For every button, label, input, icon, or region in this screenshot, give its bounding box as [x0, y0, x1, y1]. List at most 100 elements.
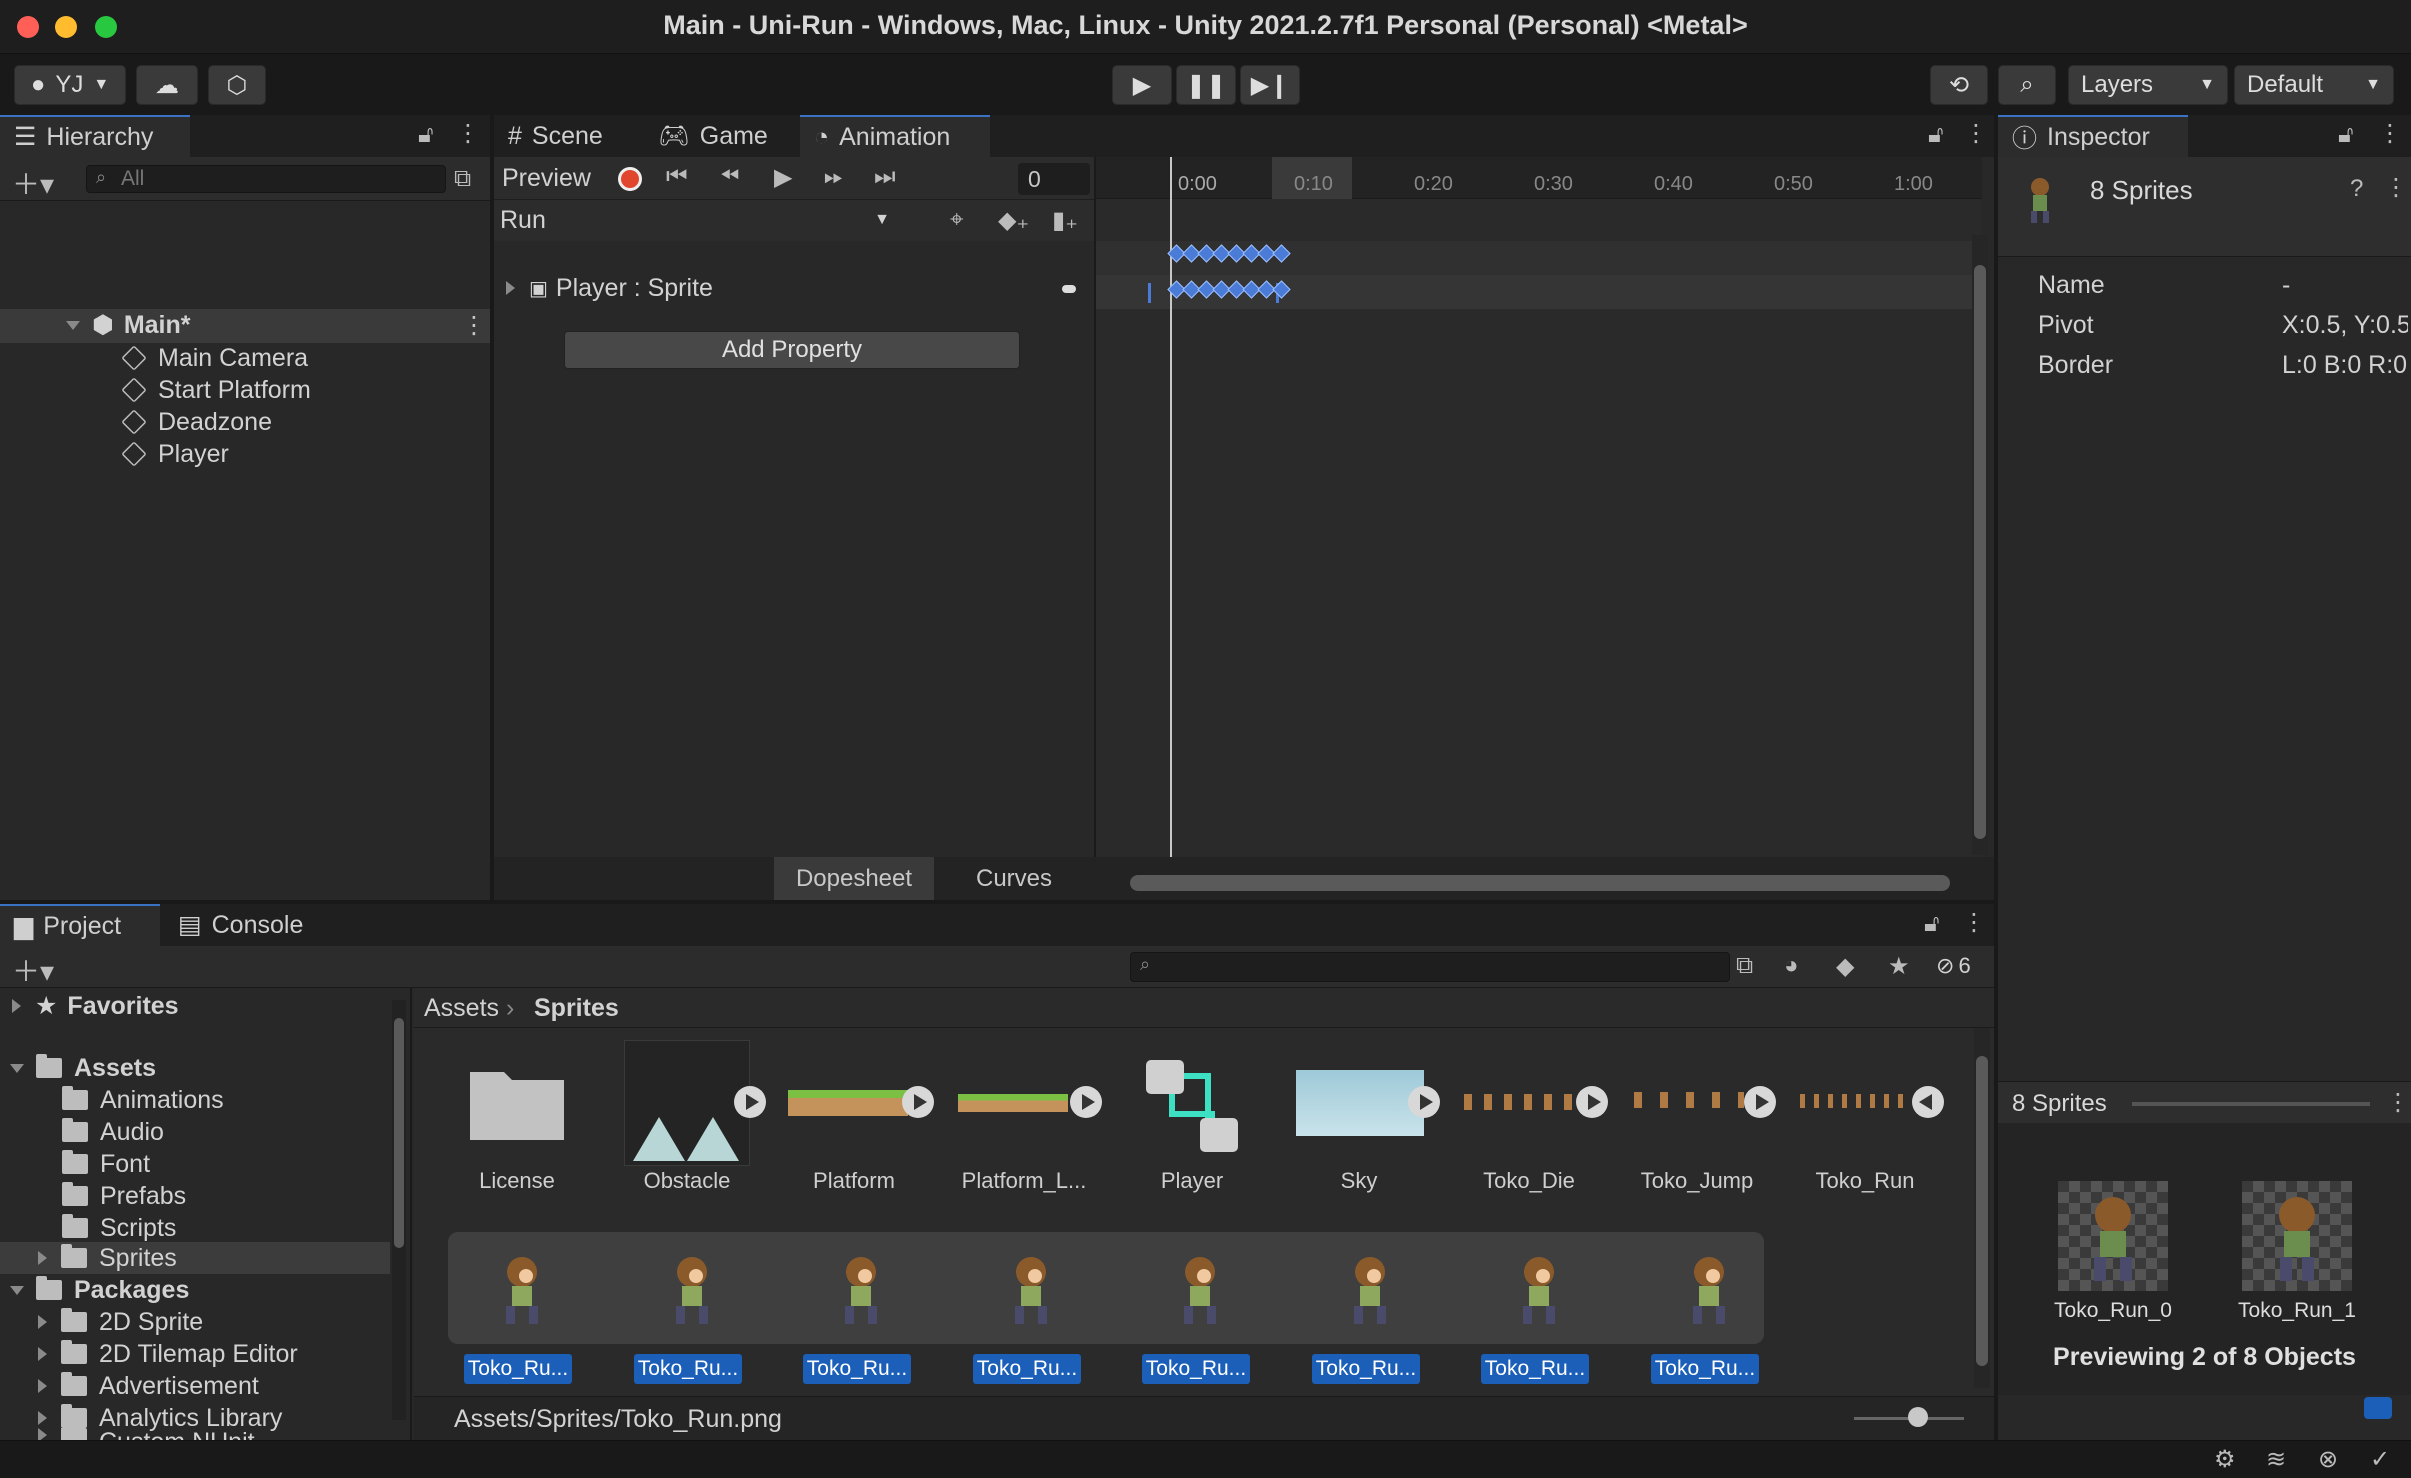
- lock-icon[interactable]: 🔓︎: [418, 121, 434, 149]
- sub-sprite-thumb[interactable]: [991, 1250, 1071, 1335]
- undo-history-button[interactable]: ⟲: [1930, 65, 1988, 105]
- first-keyframe-icon[interactable]: ⏮: [666, 163, 688, 191]
- help-icon[interactable]: ?: [2350, 175, 2363, 203]
- add-icon[interactable]: ＋▾: [12, 950, 54, 990]
- tree-folder-scripts[interactable]: Scripts: [62, 1212, 176, 1244]
- sub-sprite-label[interactable]: Toko_Ru...: [464, 1354, 572, 1384]
- cloud-button[interactable]: ☁: [136, 65, 198, 105]
- sprite-keyframes[interactable]: [1167, 280, 1291, 299]
- sub-sprite-thumb[interactable]: [821, 1250, 901, 1335]
- sub-sprite-label[interactable]: Toko_Ru...: [634, 1354, 742, 1384]
- last-keyframe-icon[interactable]: ⏭: [874, 163, 896, 191]
- keyframe[interactable]: [1272, 244, 1291, 263]
- add-icon[interactable]: ＋▾: [12, 163, 54, 203]
- scene-more-icon[interactable]: ⋮: [462, 311, 486, 340]
- tab-scene[interactable]: # Scene: [494, 115, 644, 157]
- sub-sprite-thumb[interactable]: [1160, 1250, 1240, 1335]
- tab-game[interactable]: 🎮︎ Game: [644, 115, 794, 157]
- playhead[interactable]: [1170, 157, 1172, 857]
- more-options-icon[interactable]: ⋮: [2378, 119, 2402, 148]
- add-keyframe-icon[interactable]: ◆₊: [998, 206, 1029, 235]
- tree-package-2d-tilemap[interactable]: 2D Tilemap Editor: [38, 1338, 298, 1370]
- lock-icon[interactable]: 🔓︎: [1924, 910, 1940, 938]
- cache-icon[interactable]: ≋: [2266, 1445, 2286, 1474]
- more-options-icon[interactable]: ⋮: [2384, 173, 2408, 202]
- play-button[interactable]: ▶: [1112, 65, 1172, 105]
- tab-animation[interactable]: ◔ Animation: [800, 115, 990, 157]
- hidden-packages-toggle[interactable]: ⊘ 6: [1936, 950, 1971, 982]
- expand-asset-button[interactable]: [734, 1086, 766, 1118]
- tab-console[interactable]: ▤ Console: [164, 904, 334, 946]
- scene-visibility-icon[interactable]: ⧉: [454, 165, 471, 193]
- sub-sprite-thumb[interactable]: [1499, 1250, 1579, 1335]
- account-button[interactable]: ● YJ ▼: [14, 65, 126, 105]
- preview-drag-handle[interactable]: [2132, 1102, 2370, 1106]
- filter-type-icon[interactable]: ◕: [1784, 952, 1799, 980]
- hierarchy-search-input[interactable]: All: [86, 165, 446, 193]
- tab-hierarchy[interactable]: ☰ Hierarchy: [0, 115, 190, 157]
- preview-toggle[interactable]: Preview: [502, 162, 591, 194]
- tree-packages[interactable]: Packages: [10, 1274, 189, 1306]
- add-event-icon[interactable]: ▮₊: [1052, 206, 1078, 235]
- asset-obstacle[interactable]: [624, 1040, 750, 1166]
- more-options-icon[interactable]: ⋮: [1964, 119, 1988, 148]
- more-options-icon[interactable]: ⋮: [456, 119, 480, 148]
- expand-asset-button[interactable]: [1408, 1086, 1440, 1118]
- network-icon[interactable]: ⊗: [2318, 1445, 2338, 1474]
- tree-package-2d-sprite[interactable]: 2D Sprite: [38, 1306, 203, 1338]
- asset-platform-long[interactable]: [958, 1094, 1068, 1112]
- hierarchy-item-deadzone[interactable]: Deadzone: [121, 406, 272, 438]
- scene-item[interactable]: ⬢ Main*: [66, 309, 191, 341]
- dopesheet-tab[interactable]: Dopesheet: [774, 857, 934, 900]
- property-row[interactable]: ▣ Player : Sprite: [506, 272, 713, 304]
- tree-folder-animations[interactable]: Animations: [62, 1084, 224, 1116]
- sub-sprite-thumb[interactable]: [652, 1250, 732, 1335]
- search-button[interactable]: ⌕: [1998, 65, 2056, 105]
- asset-sky[interactable]: [1296, 1070, 1424, 1136]
- sub-sprite-label[interactable]: Toko_Ru...: [803, 1354, 911, 1384]
- breadcrumb-sprites[interactable]: Sprites: [534, 992, 619, 1024]
- tab-inspector[interactable]: ⓘ Inspector: [1998, 115, 2188, 157]
- asset-platform[interactable]: [788, 1090, 908, 1116]
- sub-sprite-label[interactable]: Toko_Ru...: [1651, 1354, 1759, 1384]
- sub-sprite-label[interactable]: Toko_Ru...: [1142, 1354, 1250, 1384]
- grid-scroll-thumb[interactable]: [1976, 1056, 1988, 1366]
- asset-toko-run[interactable]: [1800, 1094, 1910, 1108]
- expand-asset-button[interactable]: [1576, 1086, 1608, 1118]
- hierarchy-item-player[interactable]: Player: [121, 438, 229, 470]
- collapse-asset-button[interactable]: [1912, 1086, 1944, 1118]
- check-icon[interactable]: ✓: [2370, 1445, 2390, 1474]
- pause-button[interactable]: ❚❚: [1176, 65, 1236, 105]
- prev-keyframe-icon[interactable]: ⏪︎: [720, 163, 739, 191]
- sub-sprite-label[interactable]: Toko_Ru...: [1481, 1354, 1589, 1384]
- add-property-button[interactable]: Add Property: [564, 331, 1020, 369]
- asset-toko-jump[interactable]: [1634, 1092, 1744, 1108]
- frame-input[interactable]: 0: [1018, 163, 1090, 195]
- more-options-icon[interactable]: ⋮: [2386, 1088, 2410, 1117]
- keyframe[interactable]: [1272, 280, 1291, 299]
- property-toggle-icon[interactable]: [1062, 285, 1076, 293]
- tree-folder-prefabs[interactable]: Prefabs: [62, 1180, 186, 1212]
- more-options-icon[interactable]: ⋮: [1962, 908, 1986, 937]
- asset-license[interactable]: [468, 1062, 566, 1142]
- lock-icon[interactable]: 🔓︎: [1928, 121, 1944, 149]
- filter-label-icon[interactable]: ◆: [1836, 952, 1854, 981]
- tree-favorites[interactable]: ★ Favorites: [12, 990, 179, 1022]
- play-icon[interactable]: ▶: [774, 163, 792, 192]
- sub-sprite-label[interactable]: Toko_Ru...: [973, 1354, 1081, 1384]
- project-search-input[interactable]: [1130, 952, 1730, 982]
- sub-sprite-label[interactable]: Toko_Ru...: [1312, 1354, 1420, 1384]
- target-icon[interactable]: ⌖: [950, 206, 964, 234]
- next-keyframe-icon[interactable]: ⏩︎: [824, 163, 843, 191]
- tree-folder-sprites[interactable]: Sprites: [38, 1242, 177, 1274]
- tree-package-advertisement[interactable]: Advertisement: [38, 1370, 259, 1402]
- breadcrumb-assets[interactable]: Assets: [424, 992, 499, 1024]
- lock-icon[interactable]: 🔓︎: [2338, 121, 2354, 149]
- icon-size-slider-thumb[interactable]: [1908, 1407, 1928, 1427]
- asset-player-prefab[interactable]: [1142, 1056, 1242, 1156]
- tree-folder-audio[interactable]: Audio: [62, 1116, 164, 1148]
- hierarchy-item-start-platform[interactable]: Start Platform: [121, 374, 311, 406]
- sub-sprite-thumb[interactable]: [1330, 1250, 1410, 1335]
- tree-assets[interactable]: Assets: [10, 1052, 156, 1084]
- step-button[interactable]: ▶❙: [1240, 65, 1300, 105]
